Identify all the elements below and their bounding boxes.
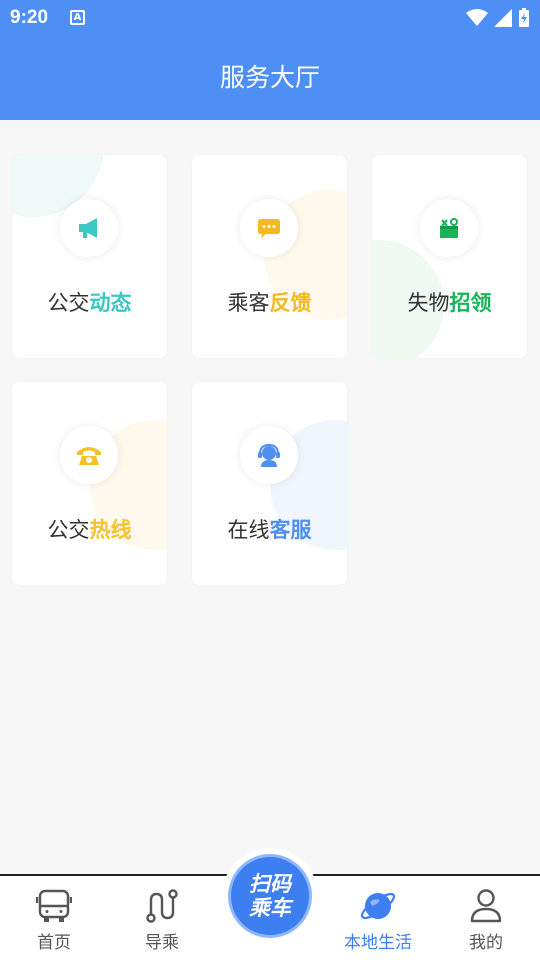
telephone-icon xyxy=(77,447,101,465)
card-label-plain: 公交 xyxy=(47,518,90,542)
page-title: 服务大厅 xyxy=(219,63,320,92)
card-label-highlight: 动态 xyxy=(89,291,132,315)
nav-item-guide[interactable]: 导乘 xyxy=(108,876,216,960)
signal-icon xyxy=(494,9,512,27)
card-label-highlight: 客服 xyxy=(269,518,312,542)
scan-button-wrapper: 扫码 乘车 xyxy=(222,848,318,944)
card-label-plain: 乘客 xyxy=(227,291,270,315)
scan-ride-button[interactable]: 扫码 乘车 xyxy=(228,854,312,938)
app-header: 9:20 A 服务大厅 xyxy=(0,0,540,120)
user-icon xyxy=(470,889,502,923)
nav-label: 导乘 xyxy=(145,933,179,953)
nav-label: 我的 xyxy=(469,933,503,953)
status-bar: 9:20 A xyxy=(0,0,540,36)
card-online-service[interactable]: 在线客服 xyxy=(192,382,347,585)
card-label-plain: 公交 xyxy=(47,291,90,315)
wifi-icon xyxy=(466,9,488,26)
lost-found-box-icon xyxy=(440,218,458,238)
nav-item-local-life[interactable]: 本地生活 xyxy=(324,876,432,960)
scan-button-line1: 扫码 xyxy=(249,872,291,896)
megaphone-icon xyxy=(79,218,97,238)
card-label-plain: 在线 xyxy=(227,518,270,542)
planet-icon xyxy=(360,892,396,920)
card-icon-circle xyxy=(420,199,478,257)
card-label-highlight: 招领 xyxy=(449,291,492,315)
card-label-highlight: 热线 xyxy=(89,518,132,542)
notification-icon: A xyxy=(70,10,85,25)
battery-icon xyxy=(519,8,529,27)
card-label: 失物招领 xyxy=(372,287,527,317)
card-icon-circle xyxy=(60,426,118,484)
nav-item-mine[interactable]: 我的 xyxy=(432,876,540,960)
system-icons xyxy=(466,7,530,29)
chat-bubble-icon xyxy=(258,219,280,238)
scan-button-line2: 乘车 xyxy=(249,896,291,920)
card-icon-circle xyxy=(240,199,298,257)
card-passenger-feedback[interactable]: 乘客反馈 xyxy=(192,155,347,358)
card-label: 公交动态 xyxy=(12,287,167,317)
customer-service-icon xyxy=(258,443,280,467)
bus-icon xyxy=(36,889,72,922)
card-lost-and-found[interactable]: 失物招领 xyxy=(372,155,527,358)
nav-label: 本地生活 xyxy=(344,933,412,953)
card-label-plain: 失物 xyxy=(407,291,450,315)
card-label-highlight: 反馈 xyxy=(269,291,312,315)
card-label: 公交热线 xyxy=(12,514,167,544)
card-icon-circle xyxy=(60,199,118,257)
card-bus-news[interactable]: 公交动态 xyxy=(12,155,167,358)
card-label: 乘客反馈 xyxy=(192,287,347,317)
card-icon-circle xyxy=(240,426,298,484)
status-time: 9:20 xyxy=(10,7,49,28)
nav-label: 首页 xyxy=(37,933,71,953)
card-bus-hotline[interactable]: 公交热线 xyxy=(12,382,167,585)
route-icon xyxy=(146,889,178,923)
nav-item-home[interactable]: 首页 xyxy=(0,876,108,960)
card-label: 在线客服 xyxy=(192,514,347,544)
